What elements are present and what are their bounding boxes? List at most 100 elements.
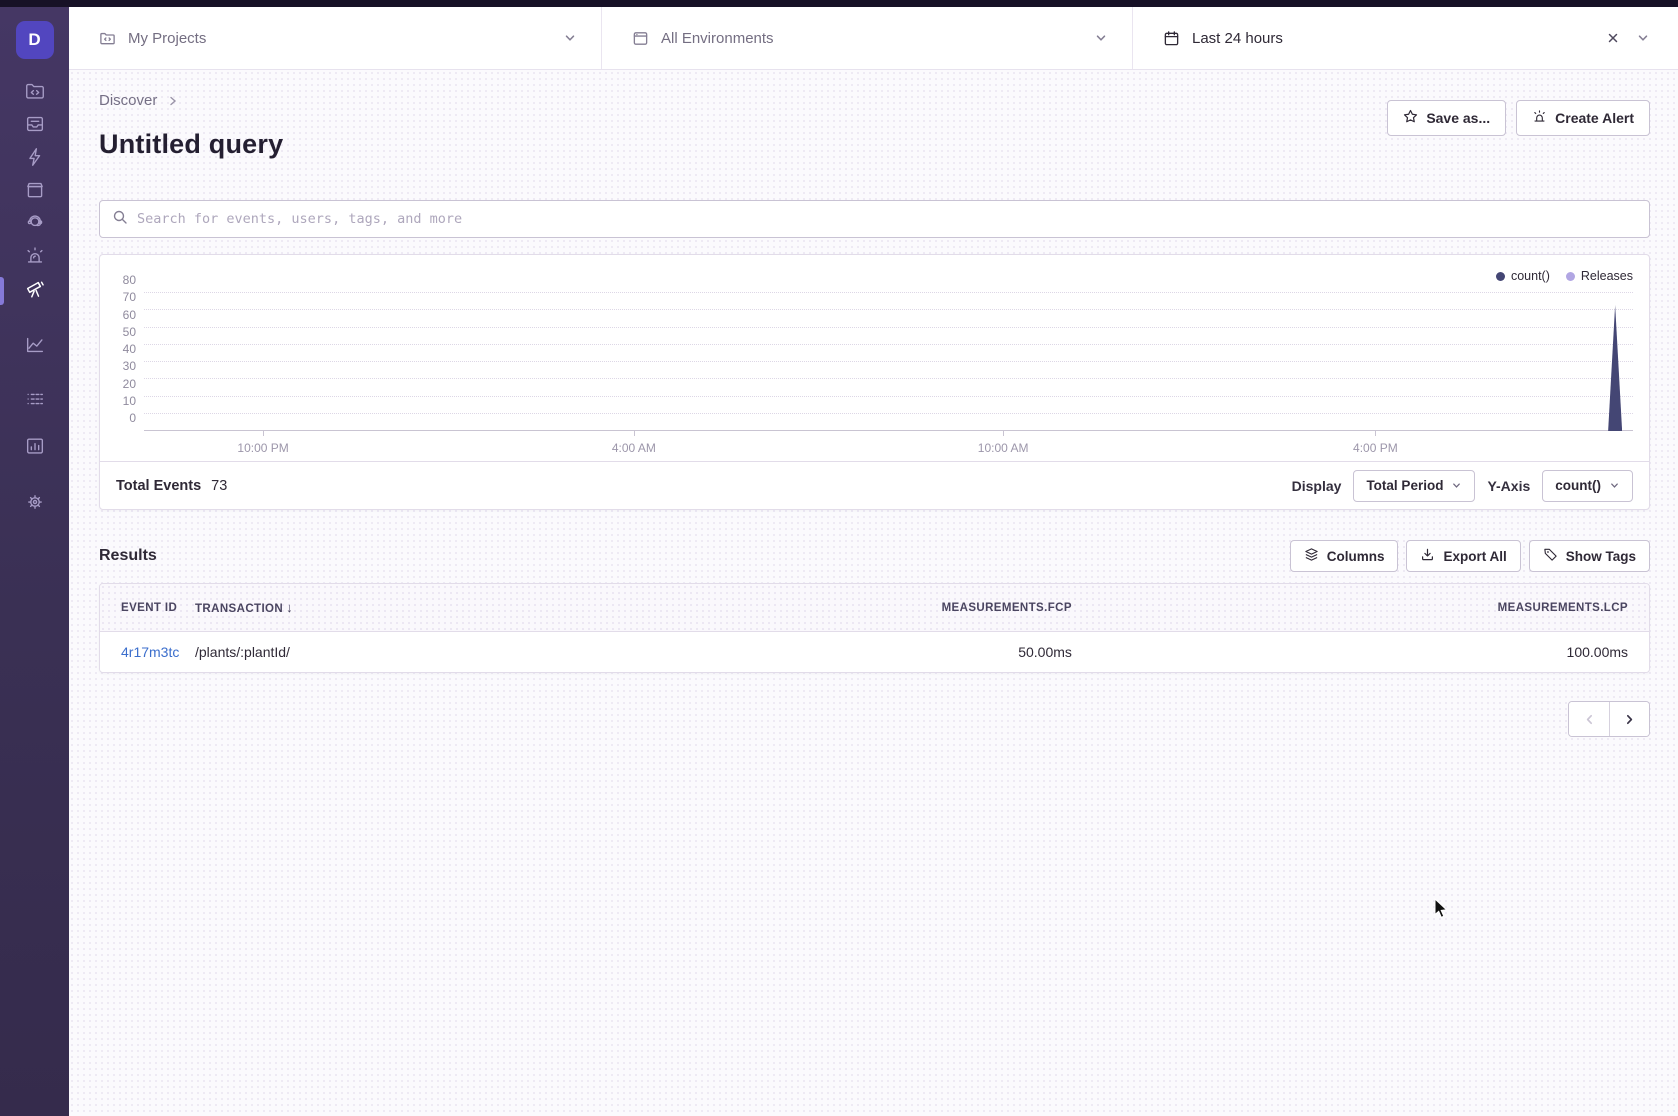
column-header-measurements-lcp[interactable]: MEASUREMENTS.LCP [1072, 602, 1649, 614]
bar-chart-icon [24, 435, 46, 462]
chevron-down-icon [1094, 31, 1108, 45]
column-header-event-id[interactable]: EVENT ID [100, 602, 195, 614]
legend-item-releases[interactable]: Releases [1566, 269, 1633, 283]
chart-plot-area[interactable]: 0102030405060708010:00 PM4:00 AM10:00 AM… [144, 293, 1633, 431]
tag-icon [1543, 547, 1558, 565]
display-value: Total Period [1366, 478, 1443, 493]
sidebar-item-alerts[interactable] [0, 246, 69, 270]
column-header-transaction[interactable]: TRANSACTION↓ [195, 600, 644, 615]
y-axis-tick-label: 80 [108, 273, 136, 287]
date-range-label: Last 24 hours [1192, 30, 1283, 47]
main-content: Discover Untitled query Save as... Creat… [69, 70, 1678, 1116]
events-chart-panel: count() Releases 0102030405060708010:00 … [99, 254, 1650, 510]
window-top-strip [0, 0, 1678, 7]
table-header-row: EVENT ID TRANSACTION↓ MEASUREMENTS.FCP M… [100, 584, 1649, 632]
environment-icon [632, 30, 649, 47]
star-icon [1403, 109, 1418, 127]
event-id-link[interactable]: 4r17m3tc [121, 644, 179, 660]
columns-button[interactable]: Columns [1290, 540, 1399, 572]
sidebar-item-projects[interactable] [0, 81, 69, 105]
table-row: 4r17m3tc /plants/:plantId/ 50.00ms 100.0… [100, 632, 1649, 672]
breadcrumb-discover-link[interactable]: Discover [99, 92, 157, 109]
releases-series-dot [1566, 272, 1575, 281]
download-icon [1420, 547, 1435, 565]
chevron-down-icon [1451, 480, 1462, 491]
app-window: D [0, 0, 1678, 1116]
gear-icon [24, 491, 46, 518]
y-axis-tick-label: 60 [108, 308, 136, 322]
y-axis-value: count() [1555, 478, 1601, 493]
y-axis-tick-label: 50 [108, 325, 136, 339]
chart-footer: Total Events 73 Display Total Period Y-A… [100, 461, 1649, 509]
create-alert-button[interactable]: Create Alert [1516, 100, 1650, 136]
issues-icon [24, 113, 46, 140]
project-filter[interactable]: My Projects [69, 7, 602, 69]
results-table: EVENT ID TRANSACTION↓ MEASUREMENTS.FCP M… [99, 583, 1650, 673]
columns-label: Columns [1327, 549, 1385, 564]
siren-icon [24, 245, 46, 272]
x-axis-tick-mark [1003, 431, 1004, 436]
search-input[interactable] [137, 211, 1637, 227]
x-axis-tick-mark [263, 431, 264, 436]
sidebar-item-performance[interactable] [0, 147, 69, 171]
sidebar-item-releases[interactable] [0, 180, 69, 204]
sidebar: D [0, 7, 69, 1116]
y-axis-tick-label: 40 [108, 342, 136, 356]
sidebar-item-queries[interactable] [0, 389, 69, 413]
x-axis-tick-label: 4:00 PM [1353, 441, 1398, 455]
gridline [144, 309, 1633, 310]
gridline [144, 361, 1633, 362]
export-all-label: Export All [1443, 549, 1506, 564]
pagination [99, 701, 1650, 737]
sidebar-item-dashboards[interactable] [0, 335, 69, 359]
display-label: Display [1292, 478, 1342, 494]
legend-item-count[interactable]: count() [1496, 269, 1550, 283]
x-axis-tick-label: 10:00 PM [237, 441, 288, 455]
sidebar-item-discover[interactable] [0, 279, 69, 303]
sidebar-item-settings[interactable] [0, 492, 69, 516]
column-header-measurements-fcp[interactable]: MEASUREMENTS.FCP [644, 602, 1072, 614]
total-events-label: Total Events [116, 478, 201, 494]
chevron-left-icon [1583, 713, 1596, 726]
lightning-icon [24, 146, 46, 173]
previous-page-button[interactable] [1569, 702, 1609, 736]
environment-filter[interactable]: All Environments [602, 7, 1133, 69]
sidebar-item-stats[interactable] [0, 436, 69, 460]
show-tags-button[interactable]: Show Tags [1529, 540, 1650, 572]
chevron-down-icon[interactable] [1636, 31, 1650, 45]
gridline [144, 327, 1633, 328]
layers-icon [1304, 547, 1319, 565]
chevron-right-icon [167, 95, 179, 107]
sort-desc-icon: ↓ [286, 600, 293, 615]
show-tags-label: Show Tags [1566, 549, 1636, 564]
y-axis-tick-label: 0 [108, 411, 136, 425]
legend-label: count() [1511, 269, 1550, 283]
y-axis-dropdown[interactable]: count() [1542, 470, 1633, 502]
count-series-spike[interactable] [1608, 305, 1622, 431]
y-axis-tick-label: 70 [108, 290, 136, 304]
project-filter-label: My Projects [128, 30, 206, 47]
clear-date-filter-icon[interactable] [1606, 31, 1620, 45]
sidebar-item-issues[interactable] [0, 114, 69, 138]
page-title: Untitled query [99, 129, 283, 160]
count-series-dot [1496, 272, 1505, 281]
package-icon [24, 179, 46, 206]
gridline [144, 396, 1633, 397]
chevron-down-icon [563, 31, 577, 45]
gridline [144, 344, 1633, 345]
transaction-cell: /plants/:plantId/ [195, 644, 644, 660]
export-all-button[interactable]: Export All [1406, 540, 1520, 572]
y-axis-tick-label: 20 [108, 377, 136, 391]
display-dropdown[interactable]: Total Period [1353, 470, 1475, 502]
headset-person-icon [24, 212, 46, 239]
search-bar[interactable] [99, 200, 1650, 238]
next-page-button[interactable] [1609, 702, 1649, 736]
x-axis-tick-label: 10:00 AM [978, 441, 1029, 455]
save-as-button[interactable]: Save as... [1387, 100, 1506, 136]
org-avatar[interactable]: D [16, 21, 54, 59]
x-axis-tick-mark [1375, 431, 1376, 436]
environment-filter-label: All Environments [661, 30, 774, 47]
x-axis-tick-mark [634, 431, 635, 436]
sidebar-item-user-feedback[interactable] [0, 213, 69, 237]
date-range-filter[interactable]: Last 24 hours [1133, 7, 1678, 69]
